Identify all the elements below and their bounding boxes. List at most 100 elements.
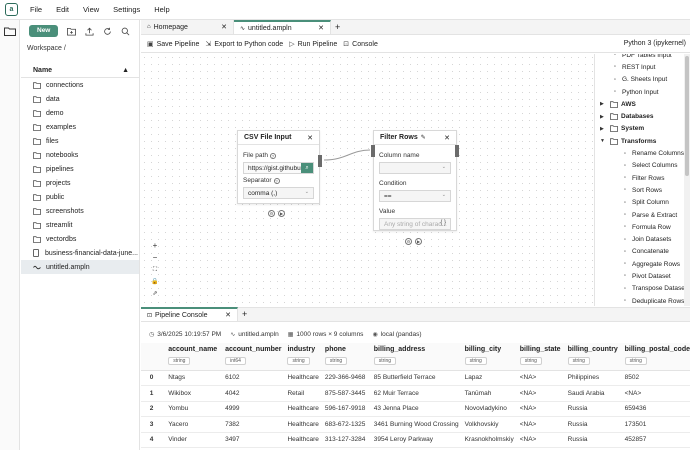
sort-caret-icon[interactable]: ▲ [122, 67, 129, 74]
console-button[interactable]: ⊡ Console [343, 40, 378, 49]
close-icon[interactable]: ✕ [221, 23, 227, 31]
input-port[interactable] [371, 145, 375, 157]
menu-settings[interactable]: Settings [113, 5, 140, 14]
palette-item[interactable]: ▼ Transforms [595, 135, 684, 147]
run-node-icon[interactable]: ▶ [415, 238, 422, 245]
zoom-out-icon[interactable]: − [151, 254, 159, 262]
file-item-examples[interactable]: examples [21, 120, 139, 134]
column-header[interactable]: account_name string [162, 343, 220, 371]
zoom-in-icon[interactable]: + [151, 242, 159, 250]
chevron-right-icon[interactable]: ▶ [600, 126, 606, 132]
column-header[interactable]: billing_postal_code string [618, 343, 690, 371]
lock-icon[interactable]: 🔒 [151, 278, 159, 286]
expression-icon[interactable]: { } [440, 220, 446, 226]
node-header[interactable]: CSV File Input ✕ [238, 131, 319, 145]
menu-view[interactable]: View [83, 5, 99, 14]
chevron-right-icon[interactable]: ▶ [600, 114, 606, 120]
file-item-files[interactable]: files [21, 134, 139, 148]
file-item-streamlit[interactable]: streamlit [21, 218, 139, 232]
export-python-button[interactable]: ⇲ Export to Python code [205, 40, 283, 49]
column-header[interactable]: billing_state string [513, 343, 562, 371]
add-tab-button[interactable]: + [331, 20, 344, 34]
palette-item[interactable]: ▫ Select Columns [595, 160, 684, 172]
palette-item[interactable]: ▶ System [595, 123, 684, 135]
palette-item[interactable]: ▫ Deduplicate Rows [595, 295, 684, 306]
chevron-down-icon[interactable]: ▼ [600, 138, 606, 144]
upload-icon[interactable] [85, 27, 94, 36]
palette-item[interactable]: ▫ Sort Rows [595, 184, 684, 196]
output-port[interactable] [318, 155, 322, 167]
run-node-icon[interactable]: ▶ [278, 210, 285, 217]
refresh-icon[interactable] [103, 27, 112, 36]
file-item-data[interactable]: data [21, 92, 139, 106]
close-icon[interactable]: ✕ [444, 134, 450, 142]
name-column-header[interactable]: Name [33, 67, 52, 74]
file-item-connections[interactable]: connections [21, 78, 139, 92]
menu-edit[interactable]: Edit [56, 5, 69, 14]
palette-item[interactable]: ▫ G. Sheets Input [595, 74, 684, 86]
settings-icon[interactable]: ⚙ [405, 238, 412, 245]
kernel-selector[interactable]: Python 3 (ipykernel) [624, 40, 686, 47]
run-pipeline-button[interactable]: ▷ Run Pipeline [289, 40, 337, 49]
palette-item[interactable]: ▫ Join Datasets [595, 233, 684, 245]
search-icon[interactable]: ⌕ [301, 163, 313, 173]
palette-scrollbar[interactable] [684, 54, 690, 306]
file-item-public[interactable]: public [21, 190, 139, 204]
menu-help[interactable]: Help [154, 5, 169, 14]
scrollbar-thumb[interactable] [685, 56, 689, 176]
help-icon[interactable]: ? [273, 177, 280, 184]
export-image-icon[interactable]: ⇗ [151, 290, 159, 298]
file-browser-icon[interactable] [4, 27, 16, 36]
file-item-untitled-ampln[interactable]: untitled.ampln [21, 260, 139, 274]
close-icon[interactable]: ✕ [225, 311, 231, 319]
column-header[interactable]: phone string [318, 343, 368, 371]
fit-view-icon[interactable]: ⛶ [151, 266, 159, 274]
palette-item[interactable]: ▫ Aggregate Rows [595, 258, 684, 270]
node-header[interactable]: Filter Rows ✎ ✕ [374, 131, 456, 145]
file-item-notebooks[interactable]: notebooks [21, 148, 139, 162]
search-icon[interactable] [121, 27, 130, 36]
palette-item[interactable]: ▫ Filter Rows [595, 172, 684, 184]
palette-item[interactable]: ▫ Python Input [595, 86, 684, 98]
node-connection-edge[interactable] [323, 149, 371, 161]
breadcrumb[interactable]: Workspace / [21, 42, 139, 56]
palette-item[interactable]: ▫ Parse & Extract [595, 209, 684, 221]
tab-untitled-ampln[interactable]: ∿ untitled.ampln ✕ [234, 20, 331, 34]
palette-item[interactable]: ▫ PDF Tables Input [595, 54, 684, 61]
new-folder-icon[interactable] [67, 27, 77, 36]
separator-select[interactable]: comma (,) ⌄ [243, 187, 314, 199]
column-header[interactable]: billing_country string [561, 343, 619, 371]
chevron-right-icon[interactable]: ▶ [600, 101, 606, 107]
palette-item[interactable]: ▫ Formula Row [595, 221, 684, 233]
tab-pipeline-console[interactable]: ⊡ Pipeline Console ✕ [141, 307, 238, 321]
file-item-pipelines[interactable]: pipelines [21, 162, 139, 176]
file-path-input[interactable]: https://gist.githubu ⌕ [243, 162, 314, 174]
palette-item[interactable]: ▫ Rename Columns [595, 147, 684, 159]
palette-item[interactable]: ▫ Split Column [595, 197, 684, 209]
edit-icon[interactable]: ✎ [421, 134, 426, 141]
file-item-business-financial-data[interactable]: business-financial-data-june... [21, 246, 139, 260]
palette-item[interactable]: ▶ AWS [595, 98, 684, 110]
file-item-screenshots[interactable]: screenshots [21, 204, 139, 218]
column-header[interactable]: industry string [281, 343, 319, 371]
csv-file-input-node[interactable]: CSV File Input ✕ File path? https://gist… [237, 130, 322, 204]
file-item-demo[interactable]: demo [21, 106, 139, 120]
filter-rows-node[interactable]: Filter Rows ✎ ✕ Column name ⌄ Condition =… [371, 130, 459, 231]
new-button[interactable]: New [29, 25, 59, 37]
file-list-header[interactable]: Name ▲ [21, 64, 139, 78]
palette-item[interactable]: ▫ Concatenate [595, 246, 684, 258]
condition-select[interactable]: == ⌄ [379, 190, 451, 202]
file-item-vectordbs[interactable]: vectordbs [21, 232, 139, 246]
column-header[interactable]: account_number int64 [219, 343, 282, 371]
menu-file[interactable]: File [30, 5, 42, 14]
palette-item[interactable]: ▫ REST Input [595, 61, 684, 73]
add-console-tab-button[interactable]: + [238, 307, 251, 321]
close-icon[interactable]: ✕ [318, 24, 324, 32]
column-name-select[interactable]: ⌄ [379, 162, 451, 174]
column-header[interactable]: billing_city string [458, 343, 514, 371]
help-icon[interactable]: ? [269, 152, 276, 159]
value-input[interactable]: Any string of charac...{ } [379, 218, 451, 230]
pipeline-canvas[interactable]: CSV File Input ✕ File path? https://gist… [141, 54, 594, 306]
file-item-projects[interactable]: projects [21, 176, 139, 190]
settings-icon[interactable]: ⚙ [268, 210, 275, 217]
